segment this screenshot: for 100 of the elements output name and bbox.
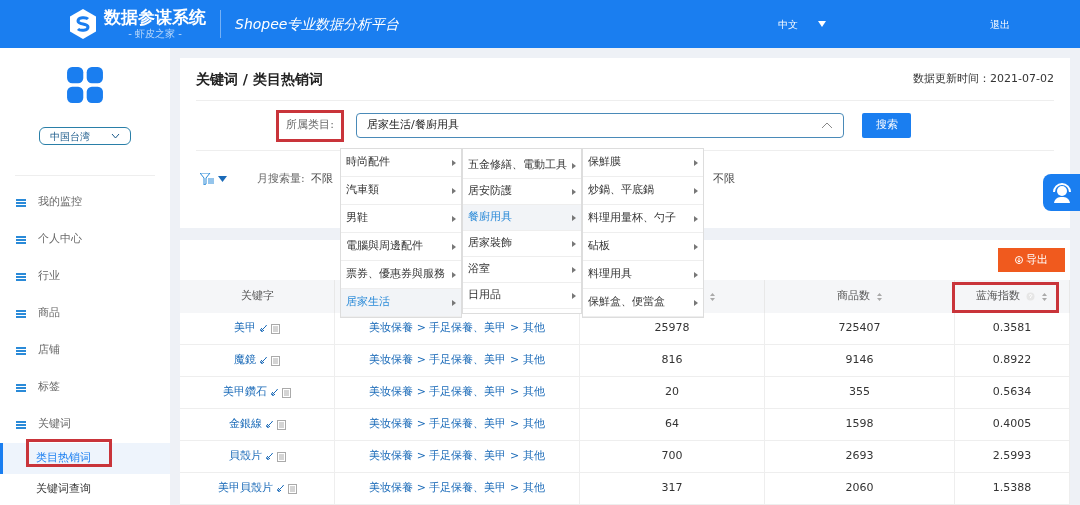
keyword-link[interactable]: 美甲鑽石 xyxy=(223,384,267,401)
menu-item[interactable]: 浴室 xyxy=(463,257,581,283)
caret-right-icon xyxy=(572,214,576,221)
document-icon[interactable] xyxy=(276,451,286,462)
sidebar-item[interactable]: 标签 xyxy=(0,369,170,406)
caret-right-icon xyxy=(572,266,576,273)
column-header: 商品数 xyxy=(765,280,955,313)
caret-right-icon xyxy=(452,271,456,278)
document-icon[interactable] xyxy=(271,323,280,334)
keyword-link[interactable]: 美甲貝殼片 xyxy=(217,480,273,497)
keyword-link[interactable]: 美甲 xyxy=(234,320,256,337)
table-cell: 20 xyxy=(665,384,679,401)
menu-item[interactable]: 料理用具 xyxy=(583,261,703,289)
menu-item[interactable]: 男鞋 xyxy=(341,205,461,233)
slogan: Shopee专业数据分析平台 xyxy=(235,14,400,34)
link-icon[interactable] xyxy=(260,325,267,332)
caret-down-icon[interactable] xyxy=(218,176,227,182)
search-button[interactable]: 搜索 xyxy=(862,113,911,138)
table-cell: 0.4005 xyxy=(992,416,1032,433)
table-cell: 355 xyxy=(849,384,870,401)
table-cell: 0.8922 xyxy=(992,352,1032,369)
region-select[interactable]: 中国台湾 xyxy=(39,126,131,146)
customer-service-button[interactable] xyxy=(1043,174,1080,211)
filter-icon[interactable] xyxy=(200,173,214,185)
document-icon[interactable] xyxy=(276,419,286,430)
caret-right-icon xyxy=(694,187,698,194)
menu-item[interactable]: 居家生活 xyxy=(341,289,461,317)
sort-icon[interactable] xyxy=(875,291,883,302)
category-link[interactable]: 美妆保養 > 手足保養、美甲 > 其他 xyxy=(369,448,545,465)
sidebar-item[interactable]: 关键词查询 xyxy=(0,474,170,505)
sidebar-item[interactable]: 商品 xyxy=(0,295,170,332)
link-icon[interactable] xyxy=(260,357,267,364)
menu-item[interactable]: 砧板 xyxy=(583,233,703,261)
list-icon xyxy=(16,235,26,244)
table-cell: 64 xyxy=(665,416,679,433)
sidebar-item[interactable]: 店铺 xyxy=(0,332,170,369)
download-icon xyxy=(1015,256,1023,264)
menu-item[interactable]: 電腦與周邊配件 xyxy=(341,233,461,261)
table-cell: 2693 xyxy=(845,448,874,465)
document-icon[interactable] xyxy=(287,483,297,494)
condition-value: 不限 xyxy=(310,170,333,187)
export-button[interactable]: 导出 xyxy=(998,248,1065,272)
table-cell: 816 xyxy=(661,352,683,369)
caret-icon xyxy=(818,21,826,27)
keyword-link[interactable]: 金銀線 xyxy=(228,416,262,433)
sidebar-item[interactable]: 关键词 xyxy=(0,406,170,443)
condition-label: 月搜索量: xyxy=(257,170,305,187)
field-label: 所属类目: xyxy=(276,109,344,142)
chevron-up-icon xyxy=(821,122,833,129)
chevron-down-icon xyxy=(111,133,120,139)
logout-link[interactable]: 退出 xyxy=(990,16,1010,32)
link-icon[interactable] xyxy=(271,389,278,396)
category-link[interactable]: 美妆保養 > 手足保養、美甲 > 其他 xyxy=(369,320,545,337)
sort-icon[interactable] xyxy=(709,291,716,302)
caret-right-icon xyxy=(694,159,698,166)
menu-item[interactable]: 保鮮膜 xyxy=(583,149,703,177)
category-link[interactable]: 美妆保養 > 手足保養、美甲 > 其他 xyxy=(369,384,545,401)
app-grid-icon xyxy=(64,67,106,103)
table-cell: 700 xyxy=(661,448,683,465)
list-icon xyxy=(16,198,26,207)
list-icon xyxy=(16,383,26,392)
sidebar-item[interactable]: 我的监控 xyxy=(0,184,170,221)
menu-item[interactable]: 時尚配件 xyxy=(341,149,461,177)
menu-item[interactable]: 餐廚用具 xyxy=(463,205,581,231)
link-icon[interactable] xyxy=(276,485,284,492)
menu-item[interactable]: 居家裝飾 xyxy=(463,231,581,257)
category-select[interactable]: 居家生活/餐廚用具 xyxy=(356,113,844,138)
menu-item[interactable]: 日用品 xyxy=(463,283,581,309)
list-icon xyxy=(16,272,26,281)
caret-right-icon xyxy=(452,187,456,194)
link-icon[interactable] xyxy=(265,421,273,428)
caret-right-icon xyxy=(572,188,576,195)
sidebar-item[interactable]: 个人中心 xyxy=(0,221,170,258)
keyword-link[interactable]: 魔鏡 xyxy=(234,352,256,369)
keyword-link[interactable]: 貝殼片 xyxy=(228,448,262,465)
sort-icon[interactable] xyxy=(1041,291,1048,302)
category-link[interactable]: 美妆保養 > 手足保養、美甲 > 其他 xyxy=(369,480,545,497)
menu-item[interactable]: 料理用量杯、勺子 xyxy=(583,205,703,233)
list-icon xyxy=(16,420,26,429)
caret-right-icon xyxy=(452,159,456,166)
table-cell: 2060 xyxy=(845,480,874,497)
menu-item[interactable]: 汽車類 xyxy=(341,177,461,205)
help-icon[interactable] xyxy=(1026,292,1035,301)
document-icon[interactable] xyxy=(271,355,280,366)
sidebar-item[interactable]: 行业 xyxy=(0,258,170,295)
brand-subtitle: - 虾皮之家 - xyxy=(128,29,182,39)
link-icon[interactable] xyxy=(265,453,273,460)
menu-item[interactable]: 保鮮盒、便當盒 xyxy=(583,289,703,317)
column-header: 蓝海指数 xyxy=(955,280,1070,313)
table-cell: 725407 xyxy=(838,320,881,337)
document-icon[interactable] xyxy=(282,387,291,398)
caret-right-icon xyxy=(452,215,456,222)
category-link[interactable]: 美妆保養 > 手足保養、美甲 > 其他 xyxy=(369,416,545,433)
caret-right-icon xyxy=(694,299,698,306)
language-select[interactable]: 中文 xyxy=(778,16,826,32)
menu-item[interactable]: 炒鍋、平底鍋 xyxy=(583,177,703,205)
category-link[interactable]: 美妆保養 > 手足保養、美甲 > 其他 xyxy=(369,352,545,369)
caret-right-icon xyxy=(694,271,698,278)
menu-item[interactable]: 五金修繕、電動工具 xyxy=(463,153,581,179)
table-cell: 9146 xyxy=(845,352,874,369)
